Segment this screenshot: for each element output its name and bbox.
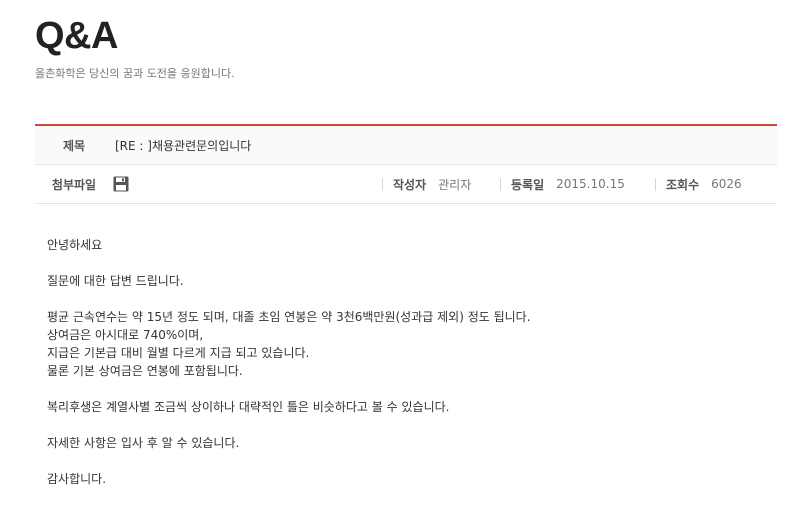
body-paragraph: 물론 기본 상여금은 연봉에 포함됩니다. xyxy=(47,364,243,378)
divider xyxy=(500,177,501,191)
floppy-disk-icon xyxy=(113,176,129,192)
views-meta: 조회수 6026 xyxy=(655,165,742,203)
meta-row: 첨부파일 작성자 관리자 등록일 2015.10.15 조회수 6026 xyxy=(35,165,777,204)
subject-row: 제목 [RE : ]채용관련문의입니다 xyxy=(35,126,777,165)
body-paragraph: 안녕하세요 xyxy=(47,238,103,252)
body-paragraph: 복리후생은 계열사별 조금씩 상이하나 대략적인 틀은 비슷하다고 볼 수 있습… xyxy=(47,400,450,414)
author-meta: 작성자 관리자 xyxy=(382,165,471,203)
body-paragraph: 지급은 기본급 대비 월별 다르게 지급 되고 있습니다. xyxy=(47,346,310,360)
body-paragraph: 질문에 대한 답변 드립니다. xyxy=(47,274,184,288)
body-paragraph: 자세한 사항은 입사 후 알 수 있습니다. xyxy=(47,436,240,450)
subject-label: 제목 xyxy=(62,138,86,153)
divider xyxy=(655,177,656,191)
body-paragraph: 상여금은 아시대로 740%이며, xyxy=(47,328,204,342)
views-label: 조회수 xyxy=(666,177,700,192)
date-value: 2015.10.15 xyxy=(556,177,625,191)
attachment-button[interactable] xyxy=(113,176,129,192)
author-value: 관리자 xyxy=(438,177,472,192)
post-subject: [RE : ]채용관련문의입니다 xyxy=(115,138,252,153)
body-paragraph: 평균 근속연수는 약 15년 정도 되며, 대졸 초임 연봉은 약 3천6백만원… xyxy=(47,310,531,324)
views-value: 6026 xyxy=(711,177,742,191)
author-label: 작성자 xyxy=(393,177,427,192)
body-paragraph: 감사합니다. xyxy=(47,472,107,486)
divider xyxy=(382,177,383,191)
attachment-label: 첨부파일 xyxy=(51,177,97,192)
post-body: 안녕하세요 질문에 대한 답변 드립니다. 평균 근속연수는 약 15년 정도 … xyxy=(47,236,531,488)
page-subtitle: 올촌화학은 당신의 꿈과 도전을 응원합니다. xyxy=(35,67,235,80)
post-header: 제목 [RE : ]채용관련문의입니다 첨부파일 작성자 관리자 등록일 201… xyxy=(35,124,777,204)
page-title: Q&A xyxy=(35,15,118,57)
date-meta: 등록일 2015.10.15 xyxy=(500,165,625,203)
date-label: 등록일 xyxy=(511,177,545,192)
